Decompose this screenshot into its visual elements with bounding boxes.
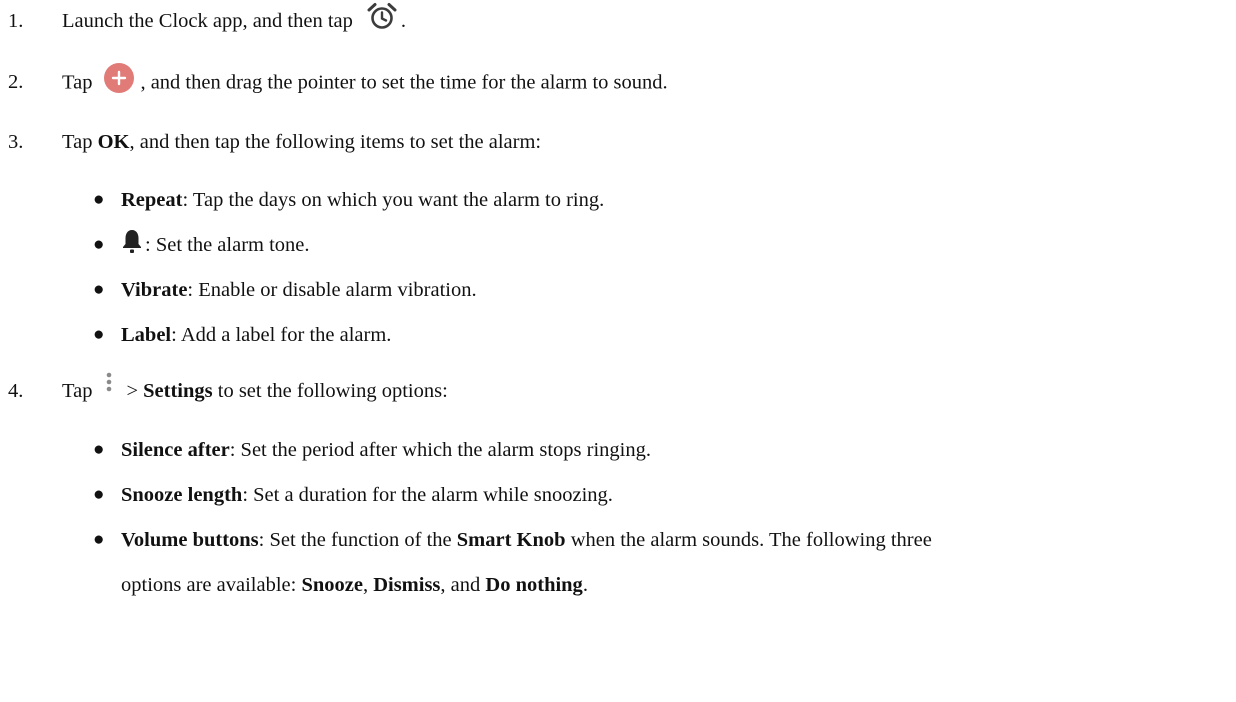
item-text: : Set the period after which the alarm s… [229, 439, 651, 461]
step-text: Tap [62, 131, 98, 153]
bullet-icon: ● [93, 189, 105, 210]
bullet-icon: ● [93, 529, 105, 550]
item-text: options are available: [121, 574, 302, 596]
more-vertical-icon [102, 371, 116, 401]
add-alarm-icon [102, 61, 136, 95]
step-text: to set the following options: [212, 380, 448, 402]
step-number: 4. [8, 380, 24, 402]
smart-knob-label: Smart Knob [456, 529, 566, 551]
item-text: : Tap the days on which you want the ala… [182, 189, 605, 211]
step-text: . [400, 10, 407, 32]
item-text: when the alarm sounds. The following thr… [565, 529, 932, 551]
item-text: : Set the alarm tone. [145, 234, 310, 256]
step-text: , and then tap the following items to se… [129, 131, 542, 153]
step-number: 2. [8, 71, 24, 93]
bullet-icon: ● [93, 279, 105, 300]
step-number: 3. [8, 131, 24, 153]
ok-label: OK [97, 131, 130, 153]
option-dismiss: Dismiss [373, 574, 441, 596]
item-title: Silence after [121, 439, 230, 461]
settings-label: Settings [143, 380, 213, 402]
item-title: Repeat [121, 189, 183, 211]
bell-icon [121, 228, 143, 254]
item-text: , [362, 574, 374, 596]
step-number: 1. [8, 10, 24, 32]
item-text: : Set the function of the [258, 529, 457, 551]
item-text: . [582, 574, 588, 596]
item-title: Label [121, 324, 172, 346]
item-title: Vibrate [121, 279, 188, 301]
step-text: Launch the Clock app, and then tap [62, 10, 353, 32]
option-do-nothing: Do nothing [485, 574, 583, 596]
item-text: : Set a duration for the alarm while sno… [242, 484, 613, 506]
item-title: Snooze length [121, 484, 243, 506]
bullet-icon: ● [93, 439, 105, 460]
item-text: : Enable or disable alarm vibration. [187, 279, 477, 301]
bullet-icon: ● [93, 234, 105, 255]
separator: > [126, 380, 144, 402]
alarm-clock-icon [365, 2, 399, 32]
item-title: Volume buttons [121, 529, 259, 551]
step-text: Tap [62, 380, 93, 402]
step-text: Tap [62, 71, 93, 94]
item-text: , and [440, 574, 486, 596]
step-text: , and then drag the pointer to set the t… [140, 71, 668, 94]
bullet-icon: ● [93, 484, 105, 505]
bullet-icon: ● [93, 324, 105, 345]
option-snooze: Snooze [301, 574, 363, 596]
item-text: : Add a label for the alarm. [171, 324, 392, 346]
